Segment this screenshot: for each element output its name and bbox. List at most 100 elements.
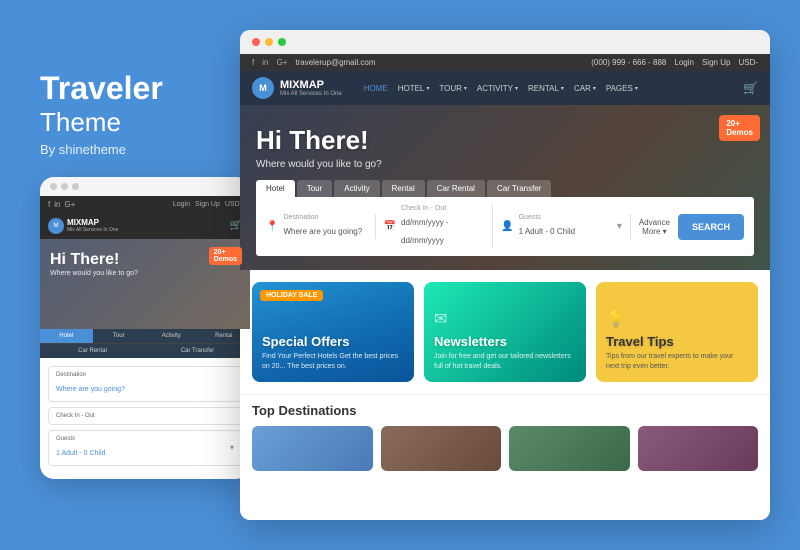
- mobile-login-link[interactable]: Login: [173, 201, 190, 208]
- site-nav-car[interactable]: CAR ▾: [574, 84, 596, 93]
- site-hero: 20+Demos Hi There! Where would you like …: [240, 105, 770, 270]
- search-tab-activity[interactable]: Activity: [334, 180, 379, 197]
- mobile-destination-field[interactable]: Destination Where are you going?: [48, 366, 242, 402]
- site-topbar-right: (000) 999 - 666 - 888 Login Sign Up USD-: [591, 58, 758, 67]
- site-googleplus-icon[interactable]: G+: [276, 58, 287, 67]
- mobile-logo-name: MIXMAP: [67, 218, 118, 227]
- mobile-social-icons: f in G+: [48, 200, 75, 209]
- mobile-tab-activity[interactable]: Activity: [145, 329, 198, 343]
- site-facebook-icon[interactable]: f: [252, 58, 254, 67]
- advance-more-label: More ▾: [639, 227, 670, 236]
- site-navbar: M MIXMAP Mix All Services In One HOME HO…: [240, 71, 770, 105]
- mobile-checkin-field[interactable]: Check In - Out: [48, 407, 242, 425]
- mobile-search-form: Destination Where are you going? Check I…: [40, 358, 250, 479]
- site-topbar: f in G+ travelerup@gmail.com (000) 999 -…: [240, 54, 770, 71]
- browser-dot-green: [278, 38, 286, 46]
- site-login-link[interactable]: Login: [674, 58, 694, 67]
- mobile-hero-subheading: Where would you like to go?: [50, 270, 240, 277]
- site-logo: M MIXMAP Mix All Services In One: [252, 77, 342, 99]
- site-demos-badge: 20+Demos: [719, 115, 760, 141]
- destination-thumb-2[interactable]: [381, 426, 502, 471]
- card-travel-tips[interactable]: 💡 Travel Tips Tips from our travel exper…: [596, 282, 758, 382]
- site-checkin-field[interactable]: 📅 Check In - Out dd/mm/yyyy - dd/mm/yyyy: [384, 205, 494, 248]
- destination-thumb-1[interactable]: [252, 426, 373, 471]
- travel-tips-desc: Tips from our travel experts to make you…: [606, 352, 748, 372]
- pages-chevron-icon: ▾: [635, 85, 638, 92]
- special-offers-desc: Find Your Perfect Hotels Get the best pr…: [262, 352, 404, 372]
- tour-chevron-icon: ▾: [464, 85, 467, 92]
- site-nav-rental[interactable]: RENTAL ▾: [528, 84, 564, 93]
- mobile-hero: 20+Demos Hi There! Where would you like …: [40, 239, 250, 329]
- card-newsletters[interactable]: ✉ Newsletters Join for free and get our …: [424, 282, 586, 382]
- left-panel: Traveler Theme By shinetheme f in G+ Log…: [40, 71, 220, 478]
- search-tab-car-rental[interactable]: Car Rental: [427, 180, 485, 197]
- mobile-tab-tour[interactable]: Tour: [93, 329, 146, 343]
- site-nav-hotel[interactable]: HOTEL ▾: [398, 84, 430, 93]
- car-chevron-icon: ▾: [593, 85, 596, 92]
- site-hero-heading: Hi There!: [256, 125, 754, 156]
- search-tab-rental[interactable]: Rental: [382, 180, 425, 197]
- site-guests-field[interactable]: 👤 Guests 1 Adult - 0 Child ▾: [501, 214, 631, 239]
- mobile-tab-hotel[interactable]: Hotel: [40, 329, 93, 343]
- search-tab-car-transfer[interactable]: Car Transfer: [487, 180, 551, 197]
- destination-pin-icon: 📍: [266, 221, 278, 232]
- mobile-mockup: f in G+ Login Sign Up USD- M MIXMAP Mix …: [40, 177, 250, 479]
- site-nav-home[interactable]: HOME: [364, 84, 388, 93]
- site-nav-pages[interactable]: PAGES ▾: [606, 84, 638, 93]
- advance-label: Advance: [639, 218, 670, 227]
- site-cart-icon[interactable]: 🛒: [743, 81, 758, 95]
- destination-thumb-3[interactable]: [509, 426, 630, 471]
- top-destinations-section: Top Destinations: [240, 394, 770, 477]
- mobile-topbar: f in G+ Login Sign Up USD-: [40, 196, 250, 213]
- site-email: travelerup@gmail.com: [295, 58, 375, 67]
- mobile-logo-icon: M: [48, 218, 64, 234]
- travel-tips-title: Travel Tips: [606, 334, 748, 349]
- activity-chevron-icon: ▾: [515, 85, 518, 92]
- search-tab-hotel[interactable]: Hotel: [256, 180, 295, 197]
- newsletters-title: Newsletters: [434, 334, 576, 349]
- guests-value: 1 Adult - 0 Child: [519, 227, 575, 236]
- mobile-tab-car-transfer[interactable]: Car Transfer: [145, 344, 250, 358]
- calendar-icon: 📅: [384, 221, 396, 232]
- browser-dot-yellow: [265, 38, 273, 46]
- site-nav-tour[interactable]: TOUR ▾: [439, 84, 467, 93]
- mobile-search-tabs: Hotel Tour Activity Rental: [40, 329, 250, 343]
- mobile-guests-chevron-icon: ▾: [230, 443, 234, 452]
- site-destination-field[interactable]: 📍 Destination Where are you going?: [266, 214, 376, 239]
- newsletters-content: ✉ Newsletters Join for free and get our …: [434, 309, 576, 372]
- site-nav-activity[interactable]: ACTIVITY ▾: [477, 84, 518, 93]
- search-button[interactable]: SEARCH: [678, 214, 744, 240]
- site-signup-link[interactable]: Sign Up: [702, 58, 730, 67]
- site-linkedin-icon[interactable]: in: [262, 58, 268, 67]
- advance-more[interactable]: Advance More ▾: [639, 218, 670, 236]
- mobile-dot-2: [61, 183, 68, 190]
- mobile-navbar: M MIXMAP Mix All Services In One 🛒: [40, 213, 250, 239]
- site-logo-sub: Mix All Services In One: [280, 91, 342, 97]
- linkedin-icon: in: [54, 200, 60, 209]
- mobile-titlebar: [40, 177, 250, 196]
- mobile-guests-value: 1 Adult - 0 Child: [56, 450, 105, 457]
- site-topbar-left: f in G+ travelerup@gmail.com: [252, 58, 376, 67]
- site-currency-select[interactable]: USD-: [738, 58, 758, 67]
- card-special-offers[interactable]: HOLIDAY SALE Special Offers Find Your Pe…: [252, 282, 414, 382]
- browser-mockup: f in G+ travelerup@gmail.com (000) 999 -…: [240, 30, 770, 520]
- mobile-signup-link[interactable]: Sign Up: [195, 201, 220, 208]
- search-tab-tour[interactable]: Tour: [297, 180, 333, 197]
- mobile-destination-label: Destination: [56, 372, 234, 378]
- guests-label: Guests: [519, 214, 612, 221]
- google-plus-icon: G+: [64, 200, 75, 209]
- special-offers-content: Special Offers Find Your Perfect Hotels …: [262, 334, 404, 372]
- mobile-guests-field[interactable]: Guests 1 Adult - 0 Child ▾: [48, 430, 242, 466]
- checkin-placeholder: dd/mm/yyyy - dd/mm/yyyy: [401, 218, 449, 245]
- site-search-bar: 📍 Destination Where are you going? 📅 Che…: [256, 197, 754, 256]
- site-nav-items: HOME HOTEL ▾ TOUR ▾ ACTIVITY ▾ RENTAL ▾ …: [364, 84, 638, 93]
- travel-tips-content: 💡 Travel Tips Tips from our travel exper…: [606, 309, 748, 372]
- brand-name: Traveler Theme: [40, 71, 220, 137]
- mobile-search-tabs-2: Car Rental Car Transfer: [40, 343, 250, 358]
- mobile-logo-sub: Mix All Services In One: [67, 227, 118, 233]
- destination-thumb-4[interactable]: [638, 426, 759, 471]
- newsletters-desc: Join for free and get our tailored newsl…: [434, 352, 576, 372]
- mobile-tab-car-rental[interactable]: Car Rental: [40, 344, 145, 358]
- site-logo-icon: M: [252, 77, 274, 99]
- mobile-checkin-label: Check In - Out: [56, 413, 234, 419]
